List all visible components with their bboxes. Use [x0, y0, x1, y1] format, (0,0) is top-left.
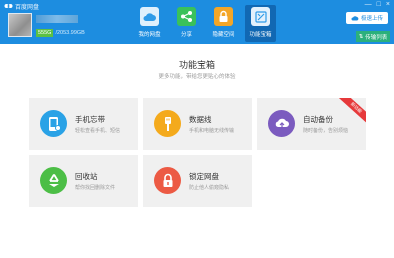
phone-icon [40, 110, 67, 137]
recycle-icon [40, 167, 67, 194]
card-desc: 帮你找回删除文件 [75, 185, 116, 191]
lock-icon [214, 7, 233, 26]
padlock-icon [154, 167, 181, 194]
card-desc: 轻松查看手机、短信 [75, 128, 121, 134]
card-desc: 防止他人偷窥隐私 [189, 185, 230, 191]
share-icon [177, 7, 196, 26]
toolbox-icon [251, 7, 270, 26]
transfer-list-label: 传输列表 [365, 34, 388, 41]
card-phone-forgot[interactable]: 手机忘带 轻松查看手机、短信 [29, 98, 138, 150]
card-lock-disk[interactable]: 锁定网盘 防止他人偷窥隐私 [143, 155, 252, 207]
page-title: 功能宝箱 [178, 60, 215, 70]
nav-label: 功能宝箱 [249, 32, 272, 38]
top-bar: 百度网盘 — □ × 555G /2053.99GB 我的网盘 分享 隐藏空间 [0, 0, 394, 44]
fast-upload-button[interactable]: 极速上传 [346, 12, 388, 24]
nav-toolbox[interactable]: 功能宝箱 [245, 5, 276, 42]
nav-hidden-space[interactable]: 隐藏空间 [208, 5, 239, 42]
download-arrow-icon: ⇅ [358, 33, 364, 40]
main-nav: 我的网盘 分享 隐藏空间 功能宝箱 [134, 5, 276, 42]
card-title: 自动备份 [303, 115, 333, 124]
username-blurred [36, 15, 78, 23]
quota-used: 555G [36, 29, 54, 37]
nav-label: 我的网盘 [138, 32, 161, 38]
cloud-upload-icon [351, 16, 359, 21]
card-desc: 随时备份，告别烦恼 [303, 128, 349, 134]
usb-cable-icon [154, 110, 181, 137]
card-data-cable[interactable]: 数据线 手机和电脑无线传输 [143, 98, 252, 150]
avatar[interactable] [8, 13, 32, 37]
app-title-group: 百度网盘 [4, 2, 40, 11]
close-button[interactable]: × [386, 1, 390, 9]
card-title: 数据线 [189, 115, 212, 124]
card-desc: 手机和电脑无线传输 [189, 128, 235, 134]
page-subtitle: 更多功能，带给您更贴心的体验 [158, 74, 236, 80]
card-title: 锁定网盘 [189, 172, 219, 181]
window-controls: — □ × [365, 1, 390, 9]
card-recycle-bin[interactable]: 回收站 帮你找回删除文件 [29, 155, 138, 207]
fast-upload-label: 极速上传 [360, 16, 383, 22]
quota-total: /2053.99GB [55, 30, 85, 36]
card-auto-backup[interactable]: 自动备份 随时备份，告别烦恼 新功能 [257, 98, 366, 150]
storage-quota: 555G /2053.99GB [36, 29, 87, 37]
nav-label: 分享 [180, 32, 192, 38]
transfer-list-button[interactable]: ⇅ 传输列表 [356, 31, 390, 42]
minimize-button[interactable]: — [365, 1, 372, 9]
nav-label: 隐藏空间 [212, 32, 235, 38]
new-feature-badge: 新功能 [336, 98, 366, 127]
nav-share[interactable]: 分享 [171, 5, 202, 42]
nav-my-disk[interactable]: 我的网盘 [134, 5, 165, 42]
cloud-backup-icon [268, 110, 295, 137]
card-title: 回收站 [75, 172, 98, 181]
app-title: 百度网盘 [15, 4, 40, 11]
baidu-cloud-logo-icon [4, 3, 13, 9]
card-title: 手机忘带 [75, 115, 105, 124]
maximize-button[interactable]: □ [377, 1, 381, 9]
cloud-icon [140, 7, 159, 26]
